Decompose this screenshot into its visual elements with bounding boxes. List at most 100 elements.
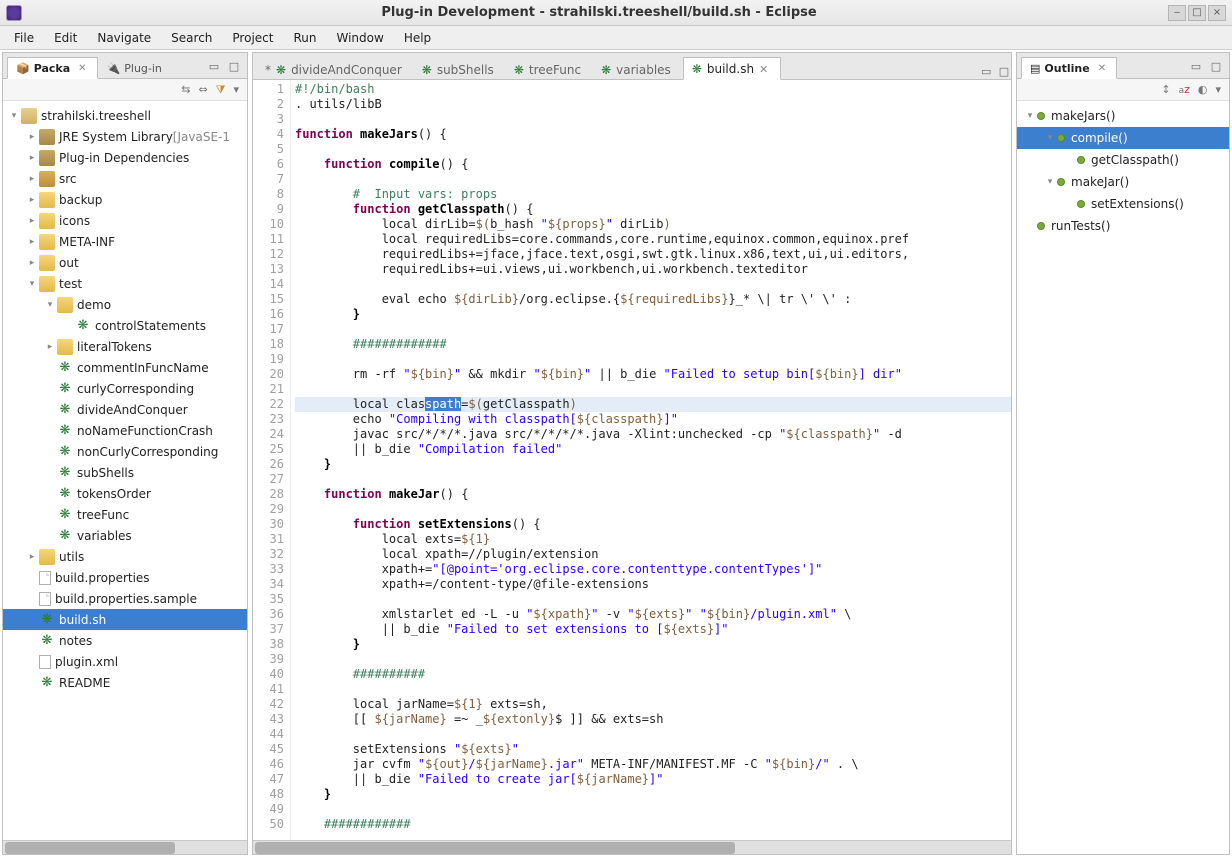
tree-item[interactable]: build.properties: [3, 567, 247, 588]
twistie-icon[interactable]: ▾: [1043, 133, 1057, 143]
code-line[interactable]: ##########: [295, 667, 1011, 682]
editor-horizontal-scrollbar[interactable]: [253, 840, 1011, 854]
view-menu-icon[interactable]: ▾: [233, 83, 239, 96]
twistie-icon[interactable]: ▸: [25, 552, 39, 562]
tab-plugins[interactable]: 🔌 Plug-in: [98, 57, 173, 79]
twistie-icon[interactable]: ▸: [25, 132, 39, 142]
code-line[interactable]: xpath+=/content-type/@file-extensions: [295, 577, 1011, 592]
tree-item[interactable]: ❋commentInFuncName: [3, 357, 247, 378]
code-line[interactable]: local jarName=${1} exts=sh,: [295, 697, 1011, 712]
sort-alpha-icon[interactable]: az: [1179, 83, 1190, 96]
code-line[interactable]: local exts=${1}: [295, 532, 1011, 547]
maximize-button[interactable]: □: [1188, 5, 1206, 21]
view-menu-icon[interactable]: ▾: [1215, 83, 1221, 96]
code-line[interactable]: [295, 592, 1011, 607]
code-line[interactable]: [295, 352, 1011, 367]
menu-file[interactable]: File: [4, 28, 44, 48]
tree-item[interactable]: ❋notes: [3, 630, 247, 651]
twistie-icon[interactable]: ▸: [25, 237, 39, 247]
tree-item[interactable]: build.properties.sample: [3, 588, 247, 609]
twistie-icon[interactable]: ▸: [25, 174, 39, 184]
minimize-button[interactable]: ‒: [1168, 5, 1186, 21]
code-line[interactable]: function makeJar() {: [295, 487, 1011, 502]
menu-help[interactable]: Help: [394, 28, 441, 48]
code-line[interactable]: [295, 802, 1011, 817]
code-line[interactable]: echo "Compiling with classpath[${classpa…: [295, 412, 1011, 427]
horizontal-scrollbar[interactable]: [3, 840, 247, 854]
code-line[interactable]: [295, 322, 1011, 337]
twistie-icon[interactable]: ▾: [7, 111, 21, 121]
editor-body[interactable]: 1234567891011121314151617181920212223242…: [253, 80, 1011, 840]
code-line[interactable]: eval echo ${dirLib}/org.eclipse.{${requi…: [295, 292, 1011, 307]
editor-tab[interactable]: ❋build.sh✕: [683, 57, 781, 80]
menu-search[interactable]: Search: [161, 28, 222, 48]
twistie-icon[interactable]: ▸: [25, 195, 39, 205]
tree-item[interactable]: ❋treeFunc: [3, 504, 247, 525]
outline-tree[interactable]: ▾makeJars()▾compile()getClasspath()▾make…: [1017, 101, 1229, 854]
minimize-view-icon[interactable]: ▭: [1189, 60, 1203, 74]
tree-item[interactable]: ❋tokensOrder: [3, 483, 247, 504]
twistie-icon[interactable]: ▸: [25, 258, 39, 268]
tree-item[interactable]: ❋divideAndConquer: [3, 399, 247, 420]
code-line[interactable]: [295, 382, 1011, 397]
code-line[interactable]: [295, 112, 1011, 127]
code-line[interactable]: local requiredLibs=core.commands,core.ru…: [295, 232, 1011, 247]
tree-item[interactable]: ▸icons: [3, 210, 247, 231]
tree-item[interactable]: ❋build.sh: [3, 609, 247, 630]
tree-item[interactable]: ❋noNameFunctionCrash: [3, 420, 247, 441]
code-line[interactable]: javac src/*/*/*.java src/*/*/*/*.java -X…: [295, 427, 1011, 442]
outline-item[interactable]: ▾makeJars(): [1017, 105, 1229, 127]
menu-run[interactable]: Run: [283, 28, 326, 48]
code-line[interactable]: }: [295, 457, 1011, 472]
menu-window[interactable]: Window: [326, 28, 393, 48]
tree-item[interactable]: ❋nonCurlyCorresponding: [3, 441, 247, 462]
outline-item[interactable]: getClasspath(): [1017, 149, 1229, 171]
code-area[interactable]: #!/bin/bash. utils/libB function makeJar…: [291, 80, 1011, 840]
code-line[interactable]: [295, 277, 1011, 292]
menu-project[interactable]: Project: [222, 28, 283, 48]
tree-item[interactable]: ❋curlyCorresponding: [3, 378, 247, 399]
code-line[interactable]: function getClasspath() {: [295, 202, 1011, 217]
code-line[interactable]: }: [295, 307, 1011, 322]
outline-item[interactable]: setExtensions(): [1017, 193, 1229, 215]
tab-outline[interactable]: ▤ Outline ✕: [1021, 57, 1117, 79]
tree-item[interactable]: plugin.xml: [3, 651, 247, 672]
code-line[interactable]: || b_die "Failed to set extensions to [$…: [295, 622, 1011, 637]
code-line[interactable]: }: [295, 637, 1011, 652]
link-editor-icon[interactable]: ⇔: [198, 83, 207, 96]
maximize-view-icon[interactable]: □: [1209, 60, 1223, 74]
sort-icon[interactable]: ↕: [1161, 83, 1170, 96]
tree-item[interactable]: ❋README: [3, 672, 247, 693]
tab-package-explorer[interactable]: 📦 Packa ✕: [7, 57, 98, 79]
close-button[interactable]: ×: [1208, 5, 1226, 21]
tree-item[interactable]: ❋controlStatements: [3, 315, 247, 336]
code-line[interactable]: [295, 727, 1011, 742]
editor-tab[interactable]: ❋variables: [593, 59, 683, 80]
project-root[interactable]: ▾strahilski.treeshell: [3, 105, 247, 126]
tree-item[interactable]: ▸out: [3, 252, 247, 273]
code-line[interactable]: local dirLib=$(b_hash "${props}" dirLib): [295, 217, 1011, 232]
code-line[interactable]: || b_die "Compilation failed": [295, 442, 1011, 457]
maximize-view-icon[interactable]: □: [227, 60, 241, 74]
close-icon[interactable]: ✕: [759, 63, 768, 76]
code-line[interactable]: local classpath=$(getClasspath): [295, 397, 1011, 412]
minimize-view-icon[interactable]: ▭: [207, 60, 221, 74]
code-line[interactable]: function setExtensions() {: [295, 517, 1011, 532]
tree-item[interactable]: ▸Plug-in Dependencies: [3, 147, 247, 168]
code-line[interactable]: jar cvfm "${out}/${jarName}.jar" META-IN…: [295, 757, 1011, 772]
twistie-icon[interactable]: ▾: [1043, 177, 1057, 187]
tree-item[interactable]: ▾demo: [3, 294, 247, 315]
outline-item[interactable]: ▾makeJar(): [1017, 171, 1229, 193]
code-line[interactable]: . utils/libB: [295, 97, 1011, 112]
code-line[interactable]: || b_die "Failed to create jar[${jarName…: [295, 772, 1011, 787]
twistie-icon[interactable]: ▾: [1023, 111, 1037, 121]
code-line[interactable]: # Input vars: props: [295, 187, 1011, 202]
code-line[interactable]: setExtensions "${exts}": [295, 742, 1011, 757]
outline-item[interactable]: runTests(): [1017, 215, 1229, 237]
outline-item[interactable]: ▾compile(): [1017, 127, 1229, 149]
collapse-all-icon[interactable]: ⇆: [181, 83, 190, 96]
code-line[interactable]: ############: [295, 817, 1011, 832]
code-line[interactable]: requiredLibs+=ui.views,ui.workbench,ui.w…: [295, 262, 1011, 277]
twistie-icon[interactable]: ▾: [25, 279, 39, 289]
tree-item[interactable]: ▸META-INF: [3, 231, 247, 252]
